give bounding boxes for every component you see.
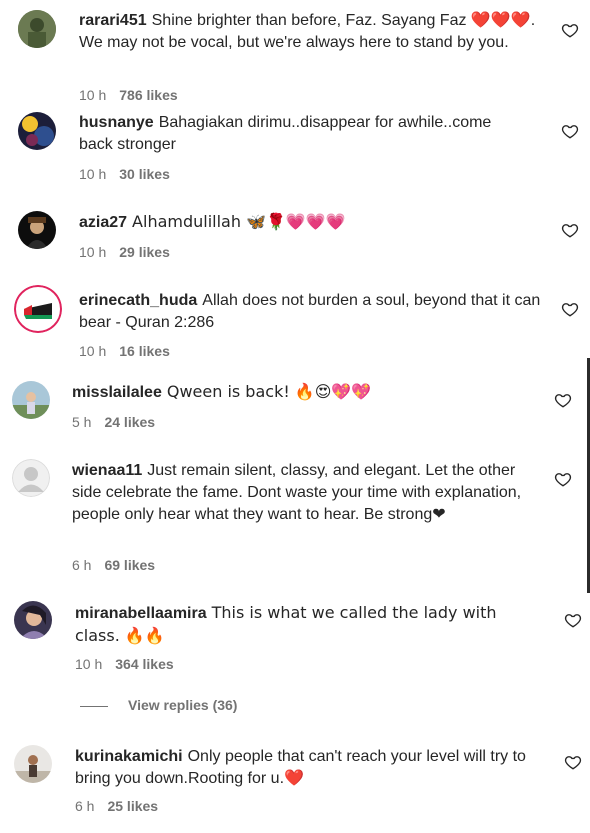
timestamp[interactable]: 6 h	[72, 557, 91, 573]
username[interactable]: erinecath_huda	[79, 292, 197, 309]
avatar[interactable]	[14, 745, 52, 783]
timestamp[interactable]: 6 h	[75, 798, 94, 814]
timestamp[interactable]: 10 h	[75, 656, 102, 672]
comment-body: Alhamdulillah 🦋🌹💗💗💗	[132, 212, 346, 231]
username[interactable]: rarari451	[79, 12, 147, 29]
like-count[interactable]: 16 likes	[119, 343, 170, 359]
comment-meta: 10 h 786 likes	[79, 87, 178, 103]
comment-meta: 6 h 25 likes	[75, 798, 158, 814]
comment-text: azia27 Alhamdulillah 🦋🌹💗💗💗	[79, 211, 539, 234]
view-replies-button[interactable]: View replies (36)	[80, 697, 237, 713]
avatar[interactable]	[18, 211, 56, 249]
comment-meta: 10 h 29 likes	[79, 244, 170, 260]
username[interactable]: wienaa11	[72, 462, 142, 479]
comment-text: misslailalee Qween is back! 🔥😍💖💖	[72, 381, 542, 404]
timestamp[interactable]: 10 h	[79, 166, 106, 182]
like-count[interactable]: 25 likes	[107, 798, 158, 814]
like-heart-icon[interactable]	[561, 300, 579, 318]
comment-text: husnanye Bahagiakan dirimu..disappear for…	[79, 112, 529, 156]
like-count[interactable]: 364 likes	[115, 656, 173, 672]
username[interactable]: miranabellaamira	[75, 605, 207, 622]
timestamp[interactable]: 10 h	[79, 87, 106, 103]
avatar[interactable]	[12, 381, 50, 419]
timestamp[interactable]: 5 h	[72, 414, 91, 430]
comment-text: miranabellaamira This is what we called t…	[75, 602, 545, 648]
comment-body: Qween is back! 🔥😍💖💖	[166, 382, 372, 401]
like-heart-icon[interactable]	[564, 753, 582, 771]
comment-body: Shine brighter than before, Faz. Sayang …	[79, 12, 536, 51]
comment-text: rarari451 Shine brighter than before, Faz…	[79, 10, 549, 54]
like-heart-icon[interactable]	[564, 611, 582, 629]
username[interactable]: azia27	[79, 214, 127, 231]
avatar[interactable]	[12, 459, 50, 497]
avatar[interactable]	[18, 10, 56, 48]
like-heart-icon[interactable]	[554, 470, 572, 488]
like-count[interactable]: 24 likes	[104, 414, 155, 430]
username[interactable]: misslailalee	[72, 384, 162, 401]
username[interactable]: kurinakamichi	[75, 748, 183, 765]
like-heart-icon[interactable]	[561, 122, 579, 140]
like-heart-icon[interactable]	[561, 221, 579, 239]
comment-meta: 10 h 364 likes	[75, 656, 174, 672]
like-count[interactable]: 786 likes	[119, 87, 177, 103]
comment-text: wienaa11 Just remain silent, classy, and …	[72, 460, 542, 526]
timestamp[interactable]: 10 h	[79, 244, 106, 260]
like-heart-icon[interactable]	[561, 21, 579, 39]
comment-meta: 5 h 24 likes	[72, 414, 155, 430]
view-replies-label[interactable]: View replies (36)	[128, 697, 237, 713]
comment-meta: 10 h 30 likes	[79, 166, 170, 182]
avatar[interactable]	[18, 112, 56, 150]
replies-divider	[80, 705, 108, 707]
comment-meta: 6 h 69 likes	[72, 557, 155, 573]
like-count[interactable]: 29 likes	[119, 244, 170, 260]
like-count[interactable]: 69 likes	[104, 557, 155, 573]
avatar[interactable]	[14, 601, 52, 639]
timestamp[interactable]: 10 h	[79, 343, 106, 359]
comment-text: kurinakamichi Only people that can't reac…	[75, 746, 545, 790]
avatar[interactable]	[14, 285, 62, 333]
like-count[interactable]: 30 likes	[119, 166, 170, 182]
comment-meta: 10 h 16 likes	[79, 343, 170, 359]
username[interactable]: husnanye	[79, 114, 154, 131]
comment-text: erinecath_huda Allah does not burden a so…	[79, 290, 549, 334]
like-heart-icon[interactable]	[554, 391, 572, 409]
